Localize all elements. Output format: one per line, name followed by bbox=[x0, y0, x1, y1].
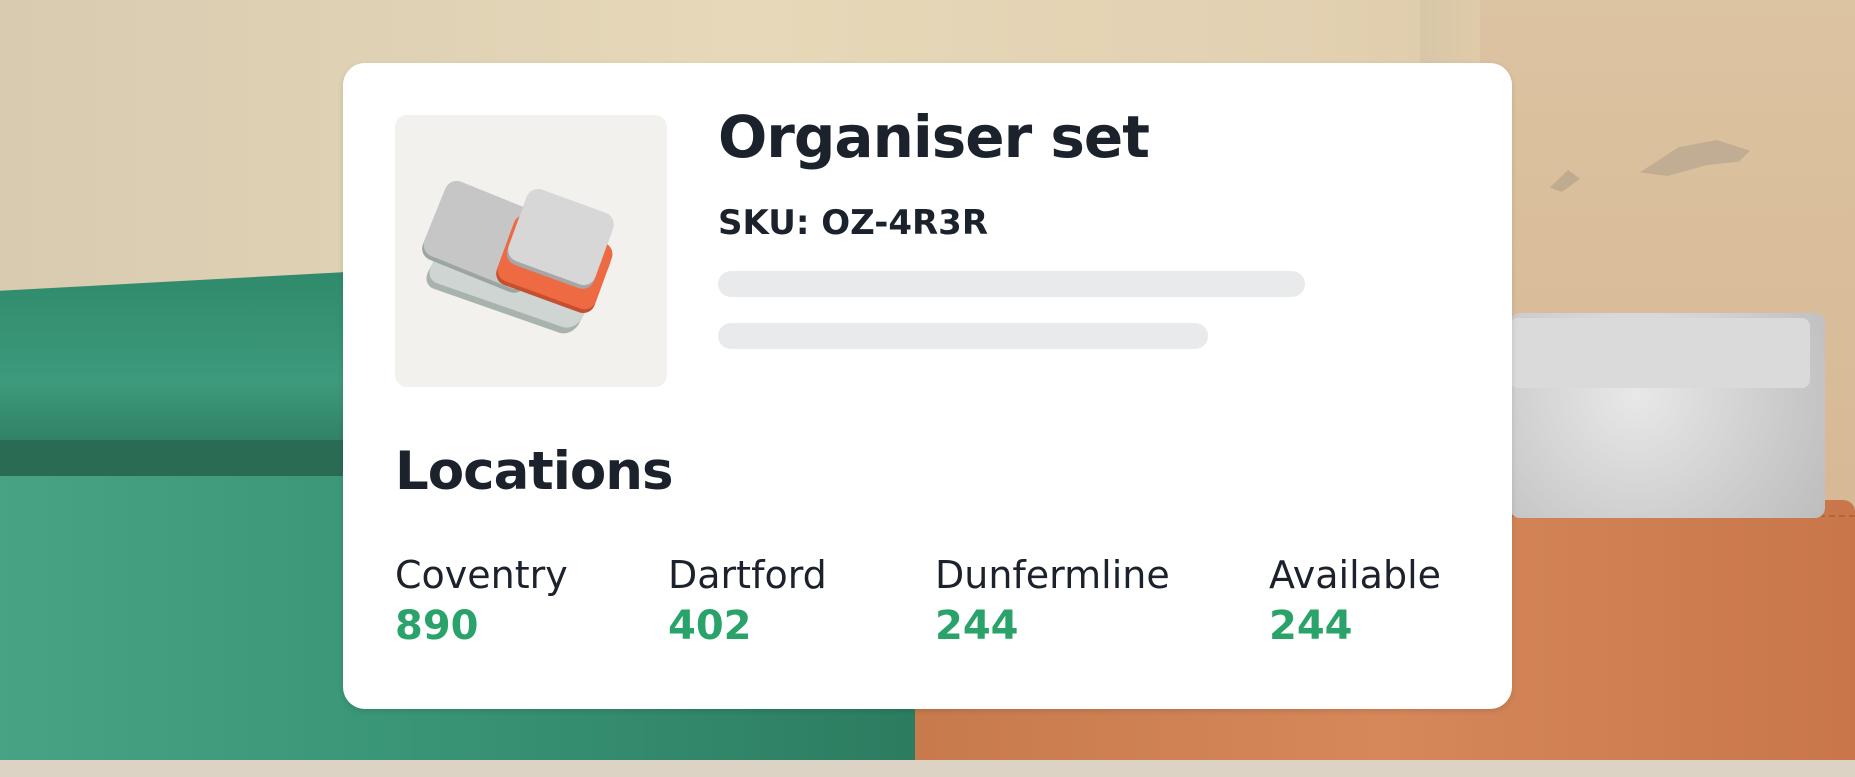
skeleton-line bbox=[718, 271, 1305, 297]
product-sku: SKU: OZ-4R3R bbox=[718, 203, 989, 243]
product-title: Organiser set bbox=[718, 103, 1150, 171]
background-floor bbox=[0, 760, 1855, 777]
locations-heading: Locations bbox=[395, 441, 674, 502]
location-stock-value: 244 bbox=[1269, 603, 1353, 649]
location-dunfermline: Dunfermline 244 bbox=[935, 553, 1170, 649]
location-name: Available bbox=[1269, 553, 1442, 597]
location-dartford: Dartford 402 bbox=[668, 553, 827, 649]
location-coventry: Coventry 890 bbox=[395, 553, 568, 649]
location-stock-value: 244 bbox=[935, 603, 1019, 649]
location-name: Dunfermline bbox=[935, 553, 1170, 597]
location-stock-value: 402 bbox=[668, 603, 752, 649]
product-card: Organiser set SKU: OZ-4R3R Locations Cov… bbox=[343, 63, 1512, 709]
location-stock-value: 890 bbox=[395, 603, 479, 649]
location-name: Dartford bbox=[668, 553, 827, 597]
location-available: Available 244 bbox=[1269, 553, 1441, 649]
felt-liner-inner bbox=[1510, 318, 1810, 388]
skeleton-line bbox=[718, 323, 1208, 349]
location-name: Coventry bbox=[395, 553, 568, 597]
product-image bbox=[395, 115, 667, 387]
